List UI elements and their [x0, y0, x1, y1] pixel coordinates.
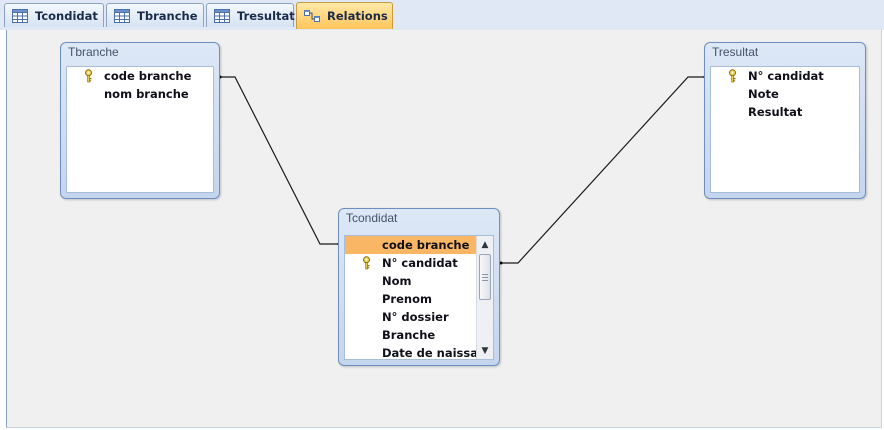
field-name: Nom	[382, 274, 412, 288]
field-list: code branche nom branche	[66, 66, 214, 193]
field-code-branche[interactable]: code branche	[67, 67, 213, 85]
field-n-candidat[interactable]: N° candidat	[711, 67, 859, 85]
tab-tresultat[interactable]: Tresultat	[206, 3, 295, 27]
field-nom-branche[interactable]: nom branche	[67, 85, 213, 103]
scroll-down-arrow-icon[interactable]: ▼	[477, 342, 493, 359]
field-list: N° candidat Note Resultat	[710, 66, 860, 193]
field-name: N° candidat	[748, 69, 824, 83]
table-title[interactable]: Tbranche	[68, 45, 119, 59]
relationships-icon	[304, 10, 320, 22]
field-note[interactable]: Note	[711, 85, 859, 103]
field-resultat[interactable]: Resultat	[711, 103, 859, 121]
tab-tcondidat-label: Tcondidat	[35, 8, 98, 23]
field-name: N° dossier	[382, 310, 449, 324]
field-name: Note	[748, 87, 779, 101]
table-icon	[214, 8, 230, 23]
field-rows: code branche N° candidat Nom Prenom N° d…	[345, 236, 484, 359]
grip-icon	[482, 273, 488, 281]
table-title[interactable]: Tresultat	[712, 45, 758, 59]
vertical-scrollbar[interactable]: ▲ ▼	[476, 236, 493, 359]
tab-relations-label: Relations	[327, 9, 388, 23]
table-window-tcondidat[interactable]: Tcondidat code branche N° candidat Nom P…	[338, 208, 500, 366]
primary-key-icon	[85, 69, 92, 83]
primary-key-icon	[363, 256, 370, 270]
field-name: Prenom	[382, 292, 432, 306]
tab-tcondidat[interactable]: Tcondidat	[4, 3, 104, 27]
scroll-up-arrow-icon[interactable]: ▲	[477, 236, 493, 253]
tab-tresultat-label: Tresultat	[237, 8, 295, 23]
field-name: N° candidat	[382, 256, 458, 270]
field-nom[interactable]: Nom	[345, 272, 476, 290]
field-code-branche[interactable]: code branche	[345, 236, 476, 254]
field-n-candidat[interactable]: N° candidat	[345, 254, 476, 272]
field-name: code branche	[382, 238, 470, 252]
field-name: code branche	[104, 69, 192, 83]
field-name: Date de naissar	[382, 346, 484, 360]
field-list: code branche N° candidat Nom Prenom N° d…	[344, 235, 494, 360]
primary-key-icon	[729, 69, 736, 83]
field-n-dossier[interactable]: N° dossier	[345, 308, 476, 326]
field-name: Branche	[382, 328, 436, 342]
field-prenom[interactable]: Prenom	[345, 290, 476, 308]
scroll-thumb[interactable]	[479, 254, 491, 300]
field-branche[interactable]: Branche	[345, 326, 476, 344]
field-name: nom branche	[104, 87, 189, 101]
field-date-de-naissance[interactable]: Date de naissar	[345, 344, 484, 359]
tab-tbranche[interactable]: Tbranche	[106, 3, 204, 27]
table-title[interactable]: Tcondidat	[346, 211, 397, 225]
document-tab-strip: Tcondidat Tbranche Tresultat Relations	[0, 0, 884, 30]
field-name: Resultat	[748, 105, 803, 119]
table-window-tresultat[interactable]: Tresultat N° candidat Note Resultat	[704, 42, 866, 199]
table-icon	[114, 8, 130, 23]
tab-tbranche-label: Tbranche	[137, 8, 198, 23]
table-icon	[12, 8, 28, 23]
table-window-tbranche[interactable]: Tbranche code branche nom branche	[60, 42, 220, 199]
tab-relations[interactable]: Relations	[296, 2, 393, 29]
